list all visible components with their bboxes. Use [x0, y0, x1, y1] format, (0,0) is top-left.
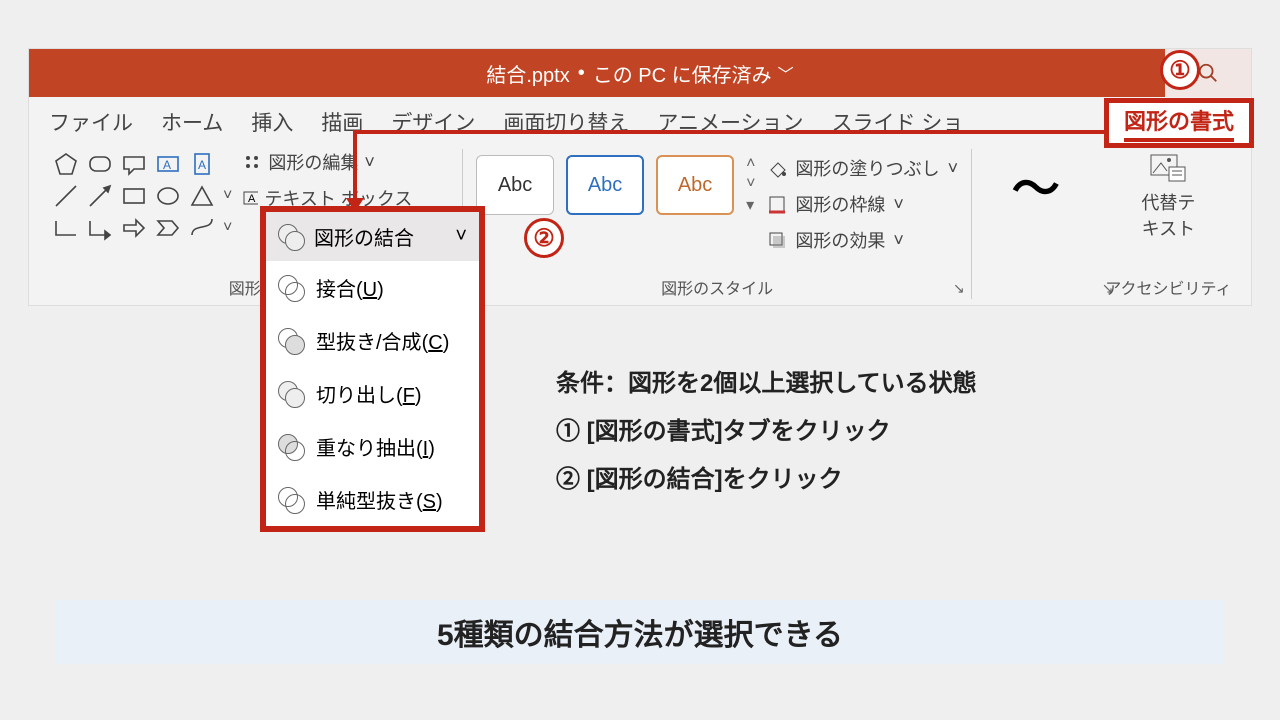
merge-shapes-menu: 図形の結合 ˅ 接合(U) 型抜き/合成(C) 切り出し(F) 重なり抽出(I)…	[260, 206, 485, 532]
svg-text:A: A	[248, 193, 256, 205]
outline-icon	[767, 194, 787, 214]
style-gallery[interactable]: Abc Abc Abc ˄˅▾	[476, 155, 755, 215]
gallery-more[interactable]: ˅	[223, 219, 232, 237]
oval-icon[interactable]	[155, 183, 181, 209]
combine-icon	[278, 328, 304, 354]
edit-shape-icon	[242, 152, 262, 172]
powerpoint-window: 結合.pptx • この PC に保存済み ﹀ ファイル ホーム 挿入 描画 デ…	[28, 48, 1252, 306]
chevron-icon[interactable]	[155, 215, 181, 241]
style-preset-1[interactable]: Abc	[476, 155, 554, 215]
speech-bubble-icon[interactable]	[121, 151, 147, 177]
annotation-arrow	[353, 130, 357, 204]
textbox-icon: A	[242, 188, 258, 208]
line-icon[interactable]	[53, 183, 79, 209]
annotation-arrow	[353, 130, 1104, 134]
alt-text-icon	[1149, 149, 1187, 183]
tilde-ellipsis: ～	[1012, 149, 1060, 219]
elbow-icon[interactable]	[53, 215, 79, 241]
ribbon: A A ˅	[29, 141, 1251, 303]
menu-item-union[interactable]: 接合(U)	[266, 261, 479, 314]
shape-outline-button[interactable]: 図形の枠線˅	[767, 191, 958, 217]
merge-icon	[278, 224, 304, 250]
menu-item-combine[interactable]: 型抜き/合成(C)	[266, 314, 479, 367]
style-preset-2[interactable]: Abc	[566, 155, 644, 215]
style-gallery-scroll[interactable]: ˄˅▾	[746, 155, 755, 215]
fragment-icon	[278, 381, 304, 407]
shapes-gallery[interactable]: A A ˅	[53, 151, 232, 241]
gallery-expand[interactable]: ˅	[223, 187, 232, 205]
effects-icon	[767, 230, 787, 250]
dialog-launcher-icon[interactable]: ↘	[953, 280, 965, 297]
pentagon-icon[interactable]	[53, 151, 79, 177]
save-status[interactable]: この PC に保存済み	[593, 59, 772, 88]
tab-shape-format-highlight[interactable]: 図形の書式	[1104, 98, 1254, 148]
shape-effects-button[interactable]: 図形の効果˅	[767, 227, 958, 253]
tab-insert[interactable]: 挿入	[251, 107, 293, 137]
tab-home[interactable]: ホーム	[161, 107, 223, 137]
group-label-styles: 図形のスタイル	[463, 275, 970, 299]
file-name: 結合.pptx	[486, 59, 569, 88]
menu-item-intersect[interactable]: 重なり抽出(I)	[266, 420, 479, 473]
search-icon	[1197, 62, 1219, 84]
chevron-down-icon[interactable]: ﹀	[778, 61, 794, 85]
svg-text:A: A	[163, 158, 171, 172]
group-label-accessibility: アクセシビリティ	[1100, 275, 1237, 299]
subtract-icon	[278, 487, 304, 513]
intersect-icon	[278, 434, 304, 460]
alt-text-button[interactable]: 代替テ キスト	[1141, 149, 1195, 241]
style-preset-3[interactable]: Abc	[656, 155, 734, 215]
rounded-rect-icon[interactable]	[87, 151, 113, 177]
textbox-h-icon[interactable]: A	[155, 151, 181, 177]
shape-fill-button[interactable]: 図形の塗りつぶし˅	[767, 155, 958, 181]
menu-item-fragment[interactable]: 切り出し(F)	[266, 367, 479, 420]
ribbon-tabs: ファイル ホーム 挿入 描画 デザイン 画面切り替え アニメーション スライド …	[29, 97, 1251, 141]
arrow-line-icon[interactable]	[87, 183, 113, 209]
triangle-icon[interactable]	[189, 183, 215, 209]
group-accessibility: 代替テ キスト アクセシビリティ ↘	[1100, 149, 1237, 299]
bucket-icon	[767, 158, 787, 178]
menu-item-subtract[interactable]: 単純型抜き(S)	[266, 473, 479, 526]
annotation-badge-2: ②	[524, 218, 564, 258]
merge-shapes-button[interactable]: 図形の結合 ˅	[266, 212, 479, 261]
chevron-down-icon: ˅	[455, 225, 467, 248]
rect-icon[interactable]	[121, 183, 147, 209]
svg-text:A: A	[198, 158, 206, 172]
tab-file[interactable]: ファイル	[49, 107, 133, 137]
title-bar: 結合.pptx • この PC に保存済み ﹀	[29, 49, 1251, 97]
dialog-launcher-icon[interactable]: ↘	[1102, 280, 1114, 297]
annotation-text: 条件：図形を2個以上選択している状態 ① [図形の書式]タブをクリック ② [図…	[556, 360, 977, 504]
elbow-arrow-icon[interactable]	[87, 215, 113, 241]
block-arrow-icon[interactable]	[121, 215, 147, 241]
edit-shape-button[interactable]: 図形の編集˅	[242, 149, 412, 175]
flowchart-icon[interactable]	[189, 215, 215, 241]
annotation-badge-1: ①	[1160, 50, 1200, 90]
textbox-v-icon[interactable]: A	[189, 151, 215, 177]
summary-bar: 5種類の結合方法が選択できる	[56, 600, 1224, 664]
union-icon	[278, 275, 304, 301]
